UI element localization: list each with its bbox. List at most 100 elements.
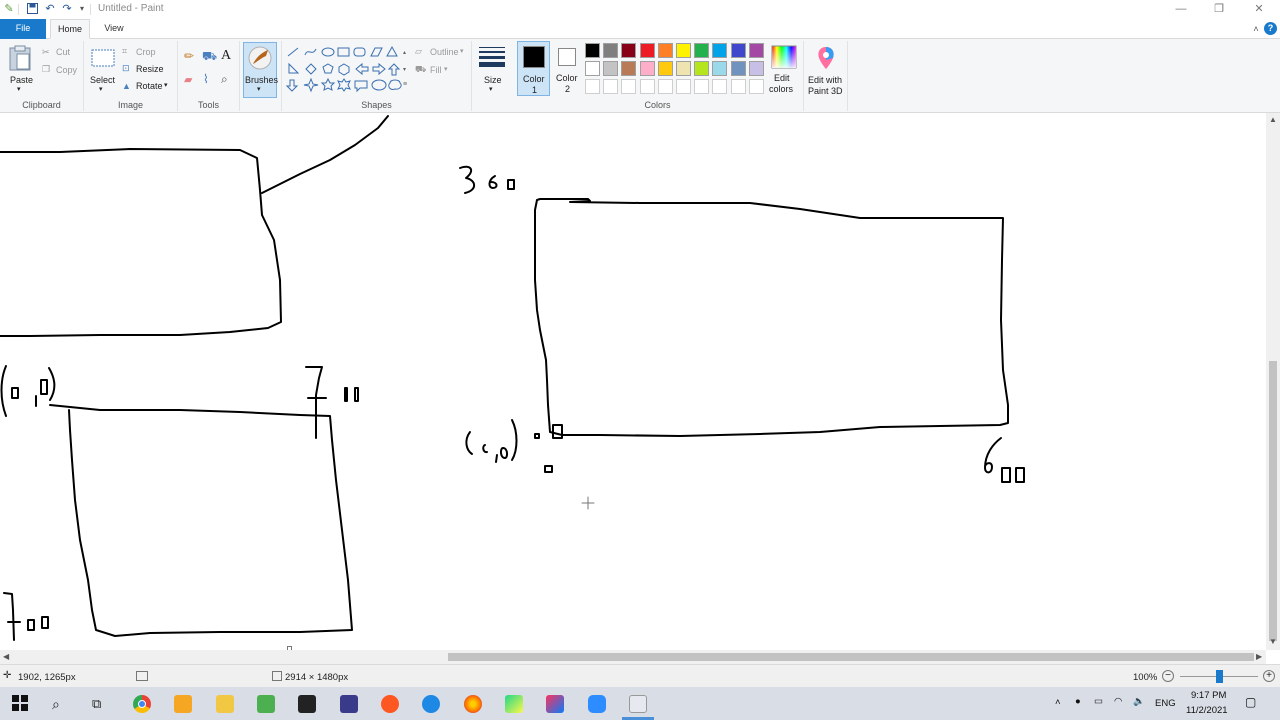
color-swatch[interactable] xyxy=(621,61,637,76)
minimize-icon[interactable]: — xyxy=(1162,0,1200,19)
clock-date[interactable]: 11/2/2021 xyxy=(1186,705,1228,716)
zoom-out-icon[interactable]: − xyxy=(1162,670,1174,682)
restore-icon[interactable]: ❐ xyxy=(1200,0,1238,19)
cut-button[interactable]: Cut xyxy=(56,47,70,57)
custom-color-slot[interactable] xyxy=(621,79,637,94)
custom-color-slot[interactable] xyxy=(585,79,600,94)
fill-icon[interactable]: ⛟ xyxy=(202,49,217,65)
resize-button[interactable]: Resize xyxy=(136,64,164,74)
paint3d-line2[interactable]: Paint 3D xyxy=(808,86,843,96)
color-swatch[interactable] xyxy=(621,43,637,58)
scroll-down-icon[interactable]: ▼ xyxy=(1269,637,1277,646)
color-swatch[interactable] xyxy=(585,43,600,58)
color-swatch[interactable] xyxy=(676,61,691,76)
scroll-down-icon[interactable]: ▾ xyxy=(403,66,406,73)
undo-icon[interactable]: ↶ xyxy=(44,3,56,15)
vertical-scroll-thumb[interactable] xyxy=(1269,361,1277,641)
zoom-slider[interactable] xyxy=(1180,670,1258,683)
drawing-canvas[interactable] xyxy=(0,113,1266,650)
size-icon[interactable] xyxy=(479,47,505,71)
color-picker-icon[interactable]: ⌇ xyxy=(203,72,209,86)
clock-time[interactable]: 9:17 PM xyxy=(1191,690,1226,701)
color-swatch[interactable] xyxy=(639,61,655,76)
save-icon[interactable] xyxy=(26,3,38,15)
edit-colors-button[interactable]: Edit colors xyxy=(767,41,803,99)
color-swatch[interactable] xyxy=(657,61,673,76)
color-swatch[interactable] xyxy=(748,61,764,76)
notepad-icon[interactable] xyxy=(257,695,275,713)
horizontal-scroll-thumb[interactable] xyxy=(448,653,1254,661)
task-view-icon[interactable]: ⧉ xyxy=(92,695,110,713)
custom-color-slot[interactable] xyxy=(730,79,746,94)
microphone-icon[interactable]: ● xyxy=(1075,696,1081,707)
chevron-down-icon[interactable]: ▾ xyxy=(99,85,103,93)
color-swatch[interactable] xyxy=(657,43,673,58)
language-indicator[interactable]: ENG xyxy=(1155,698,1176,709)
color-swatch[interactable] xyxy=(603,61,619,76)
magnifier-icon[interactable]: ⌕ xyxy=(221,72,228,87)
select-button[interactable]: Select xyxy=(90,75,115,85)
more-shapes-icon[interactable]: ≡ xyxy=(403,81,407,88)
brushes-button[interactable]: Brushes ▾ xyxy=(243,42,278,98)
zoom-slider-thumb[interactable] xyxy=(1216,670,1223,683)
compass-icon[interactable] xyxy=(381,695,399,713)
chevron-down-icon[interactable]: ▾ xyxy=(17,85,21,93)
pycharm-icon[interactable] xyxy=(505,695,523,713)
rotate-button[interactable]: Rotate xyxy=(136,81,163,91)
custom-color-slot[interactable] xyxy=(712,79,728,94)
color-swatch[interactable] xyxy=(603,43,619,58)
outline-button[interactable]: Outline xyxy=(430,47,459,57)
tab-home[interactable]: Home xyxy=(50,19,90,39)
color-swatch[interactable] xyxy=(730,61,746,76)
custom-color-slot[interactable] xyxy=(676,79,691,94)
custom-color-slot[interactable] xyxy=(748,79,764,94)
collapse-ribbon-icon[interactable]: ˄ xyxy=(1250,23,1262,35)
show-hidden-icons-icon[interactable]: ˄ xyxy=(1055,697,1061,708)
color-swatch[interactable] xyxy=(585,61,600,76)
color-swatch[interactable] xyxy=(694,43,710,58)
paint3d-line1[interactable]: Edit with xyxy=(808,75,842,85)
custom-color-slot[interactable] xyxy=(603,79,619,94)
custom-color-slot[interactable] xyxy=(694,79,710,94)
color-swatch[interactable] xyxy=(694,61,710,76)
paste-icon[interactable] xyxy=(9,45,31,73)
search-icon[interactable]: ⌕ xyxy=(52,695,70,713)
color-swatch[interactable] xyxy=(639,43,655,58)
size-label[interactable]: Size xyxy=(484,75,502,85)
battery-icon[interactable]: ▭ xyxy=(1094,696,1103,707)
chevron-down-icon[interactable]: ▾ xyxy=(164,81,168,89)
chrome-icon[interactable] xyxy=(133,695,151,713)
color-swatch[interactable] xyxy=(676,43,691,58)
paint3d-icon[interactable] xyxy=(816,46,836,72)
pencil-icon[interactable]: ✏ xyxy=(184,49,194,63)
media-player-icon[interactable] xyxy=(174,695,192,713)
color-swatch[interactable] xyxy=(712,43,728,58)
close-icon[interactable]: ✕ xyxy=(1240,0,1278,19)
text-icon[interactable]: A xyxy=(221,48,231,64)
eraser-icon[interactable]: ▰ xyxy=(184,73,192,86)
notifications-icon[interactable]: ▢ xyxy=(1245,695,1256,709)
scroll-up-icon[interactable]: ▴ xyxy=(403,49,406,56)
custom-color-slot[interactable] xyxy=(657,79,673,94)
tab-file[interactable]: File xyxy=(0,19,46,39)
fill-button[interactable]: Fill xyxy=(430,65,442,75)
color-swatch[interactable] xyxy=(712,61,728,76)
zoom-in-icon[interactable]: + xyxy=(1263,670,1275,682)
custom-color-slot[interactable] xyxy=(639,79,655,94)
customize-icon[interactable]: ▾ xyxy=(76,3,88,15)
game-icon[interactable] xyxy=(340,695,358,713)
wifi-icon[interactable]: ◠ xyxy=(1114,696,1122,707)
scroll-up-icon[interactable]: ▲ xyxy=(1269,115,1277,124)
file-explorer-icon[interactable] xyxy=(216,695,234,713)
redo-icon[interactable]: ↷ xyxy=(61,3,73,15)
scroll-right-icon[interactable]: ▶ xyxy=(1256,652,1262,661)
paste-button[interactable]: Paste xyxy=(10,75,33,85)
canvas-area[interactable] xyxy=(0,113,1266,650)
scroll-left-icon[interactable]: ◀ xyxy=(3,652,9,661)
select-icon[interactable] xyxy=(91,49,115,69)
shapes-gallery[interactable] xyxy=(285,45,406,97)
color-swatch[interactable] xyxy=(748,43,764,58)
help-icon[interactable]: ? xyxy=(1264,22,1277,35)
firefox-icon[interactable] xyxy=(464,695,482,713)
paint-icon[interactable] xyxy=(629,695,647,713)
